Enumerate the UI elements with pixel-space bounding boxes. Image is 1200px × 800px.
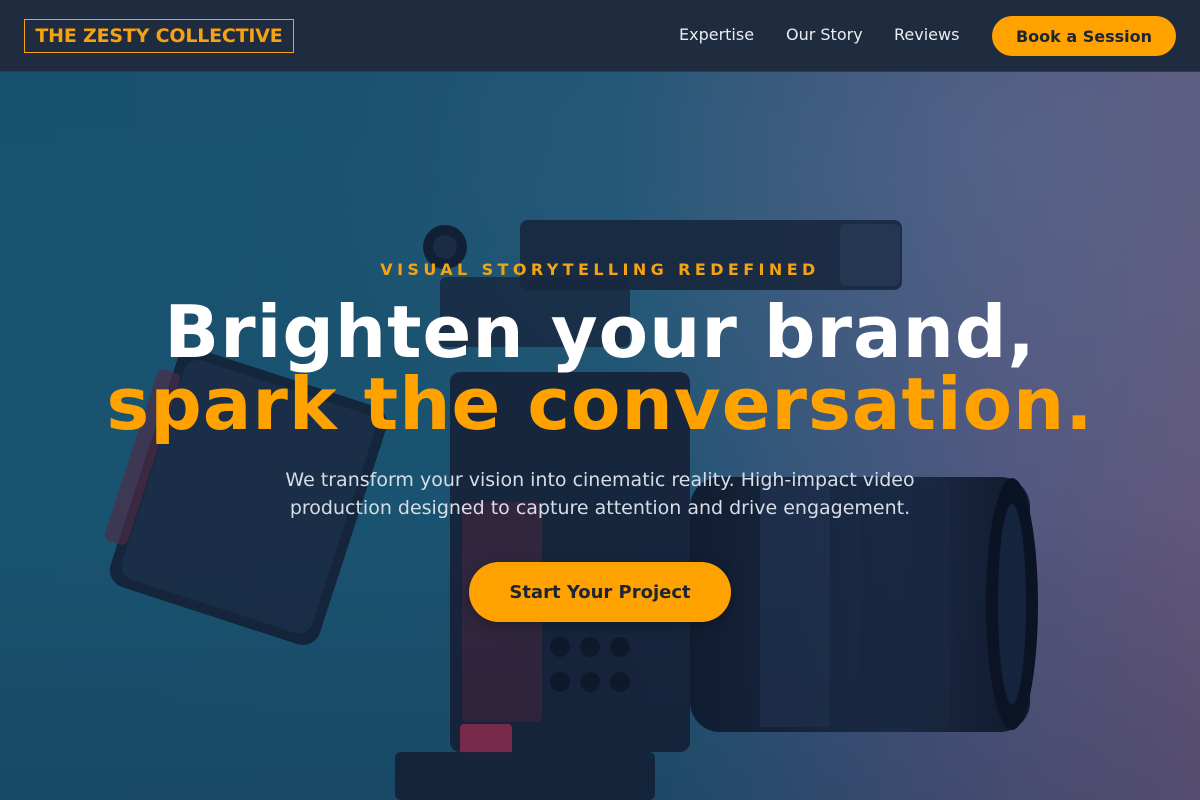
hero-headline: Brighten your brand, spark the conversat… <box>0 296 1200 440</box>
brand-logo[interactable]: THE ZESTY COLLECTIVE <box>24 19 294 53</box>
nav-link-our-story[interactable]: Our Story <box>786 24 863 46</box>
top-navbar: THE ZESTY COLLECTIVE Expertise Our Story… <box>0 0 1200 72</box>
hero-eyebrow: VISUAL STORYTELLING REDEFINED <box>380 260 820 279</box>
nav-link-expertise[interactable]: Expertise <box>679 24 754 46</box>
headline-line-1: Brighten your brand, <box>164 290 1036 374</box>
headline-line-2: spark the conversation. <box>106 362 1094 446</box>
hero-subtext: We transform your vision into cinematic … <box>285 469 915 519</box>
hero-section: VISUAL STORYTELLING REDEFINED Brighten y… <box>0 72 1200 800</box>
book-session-button[interactable]: Book a Session <box>992 16 1176 56</box>
nav-link-reviews[interactable]: Reviews <box>894 24 959 46</box>
start-project-button[interactable]: Start Your Project <box>469 562 731 622</box>
